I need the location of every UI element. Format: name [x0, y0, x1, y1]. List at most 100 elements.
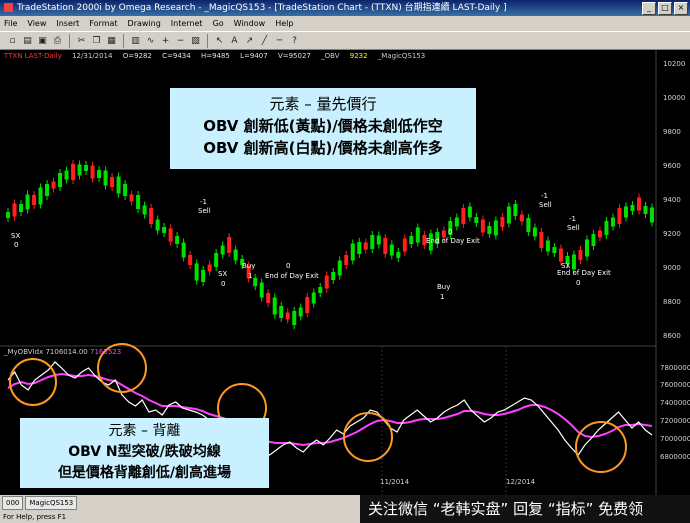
candle-body: [168, 228, 173, 242]
signal-label: -1: [200, 198, 207, 206]
copy-icon[interactable]: ❐: [90, 34, 103, 47]
open-icon[interactable]: ▤: [21, 34, 34, 47]
zoom-out-icon[interactable]: −: [174, 34, 187, 47]
candle-body: [129, 194, 134, 202]
candle-body: [318, 287, 323, 293]
help-icon[interactable]: ?: [288, 34, 301, 47]
candle-body: [363, 242, 368, 250]
signal-label: Buy: [242, 262, 256, 270]
candle-body: [285, 312, 290, 320]
hline-icon[interactable]: ─: [273, 34, 286, 47]
candle-body: [337, 260, 342, 276]
candle-body: [454, 217, 459, 227]
obv-tick: 7600000: [660, 381, 690, 389]
menu-drawing[interactable]: Drawing: [128, 19, 161, 28]
candle-body: [506, 206, 511, 224]
candle-body: [376, 235, 381, 245]
signal-label: 0: [448, 228, 453, 236]
menu-go[interactable]: Go: [213, 19, 224, 28]
candle-body: [292, 311, 297, 325]
chart-icon[interactable]: ▥: [129, 34, 142, 47]
annotation-text: OBV 創新高(白點)/價格未創高作多: [203, 139, 443, 157]
obv-tick: 7200000: [660, 417, 690, 425]
candle-body: [643, 206, 648, 214]
low-value: L=9407: [240, 52, 268, 60]
strategy-label: _MagicQS153: [377, 52, 426, 60]
save-icon[interactable]: ▣: [36, 34, 49, 47]
menu-insert[interactable]: Insert: [56, 19, 79, 28]
menu-help[interactable]: Help: [275, 19, 293, 28]
candle-body: [298, 307, 303, 317]
print-icon[interactable]: ⎙: [51, 34, 64, 47]
candle-body: [389, 244, 394, 256]
x-tick: 12/2014: [506, 478, 536, 486]
cursor-icon[interactable]: ↖: [213, 34, 226, 47]
new-icon[interactable]: ▫: [6, 34, 19, 47]
signal-label: SX: [218, 270, 228, 278]
paste-icon[interactable]: ▦: [105, 34, 118, 47]
candle-body: [64, 170, 69, 180]
signal-label: -1: [569, 215, 576, 223]
candle-body: [493, 220, 498, 236]
candle-body: [25, 194, 30, 210]
menu-internet[interactable]: Internet: [171, 19, 203, 28]
candlestick-series: [6, 160, 654, 329]
candle-body: [155, 219, 160, 231]
annotation-title: 元素 – 量先價行: [269, 95, 377, 113]
candle-body: [532, 227, 537, 237]
candle-body: [409, 236, 414, 244]
menu-window[interactable]: Window: [234, 19, 266, 28]
menu-file[interactable]: File: [4, 19, 17, 28]
close-value: C=9434: [162, 52, 191, 60]
indicator-icon[interactable]: ∿: [144, 34, 157, 47]
candle-body: [162, 227, 167, 233]
candle-body: [259, 282, 264, 298]
candle-body: [311, 292, 316, 304]
cut-icon[interactable]: ✂: [75, 34, 88, 47]
signal-label: 0: [286, 262, 291, 270]
minimize-button[interactable]: _: [642, 2, 656, 15]
arrow-icon[interactable]: ↗: [243, 34, 256, 47]
candle-body: [597, 230, 602, 238]
signal-label: Sell: [198, 207, 211, 215]
data-icon[interactable]: ▧: [189, 34, 202, 47]
candle-body: [266, 293, 271, 303]
candle-body: [12, 203, 17, 217]
candle-body: [331, 272, 336, 280]
obv-tick: 7800000: [660, 364, 690, 372]
candle-body: [84, 165, 89, 171]
indicator-value2: 7165523: [90, 348, 122, 356]
signal-label: 0: [221, 280, 226, 288]
obv-tick: 7000000: [660, 435, 690, 443]
menu-bar: File View Insert Format Drawing Internet…: [0, 16, 690, 31]
candle-body: [591, 234, 596, 246]
price-tick: 10200: [663, 60, 686, 68]
close-button[interactable]: ×: [674, 2, 688, 15]
signal-label: Sell: [567, 224, 580, 232]
candle-body: [604, 221, 609, 235]
obv-tick: 7400000: [660, 399, 690, 407]
candle-body: [90, 165, 95, 179]
price-tick: 9600: [663, 162, 681, 170]
candle-body: [539, 232, 544, 248]
signal-label: End of Day Exit: [557, 269, 611, 277]
candle-body: [149, 208, 154, 224]
candle-body: [571, 254, 576, 270]
candle-body: [97, 170, 102, 178]
trendline-icon[interactable]: ╱: [258, 34, 271, 47]
candle-body: [110, 177, 115, 187]
candle-body: [116, 176, 121, 194]
maximize-button[interactable]: □: [658, 2, 672, 15]
tab-magicqs153[interactable]: MagicQS153: [25, 496, 78, 510]
menu-format[interactable]: Format: [89, 19, 117, 28]
signal-label: Buy: [437, 283, 451, 291]
candle-body: [214, 253, 219, 267]
indicator-name: _MyOBVIdx: [4, 348, 44, 356]
candle-body: [636, 197, 641, 211]
menu-view[interactable]: View: [27, 19, 46, 28]
window-controls: _ □ ×: [642, 2, 688, 15]
text-icon[interactable]: A: [228, 34, 241, 47]
signal-label: 1: [440, 293, 445, 301]
zoom-in-icon[interactable]: +: [159, 34, 172, 47]
tab-000[interactable]: 000: [2, 496, 24, 510]
